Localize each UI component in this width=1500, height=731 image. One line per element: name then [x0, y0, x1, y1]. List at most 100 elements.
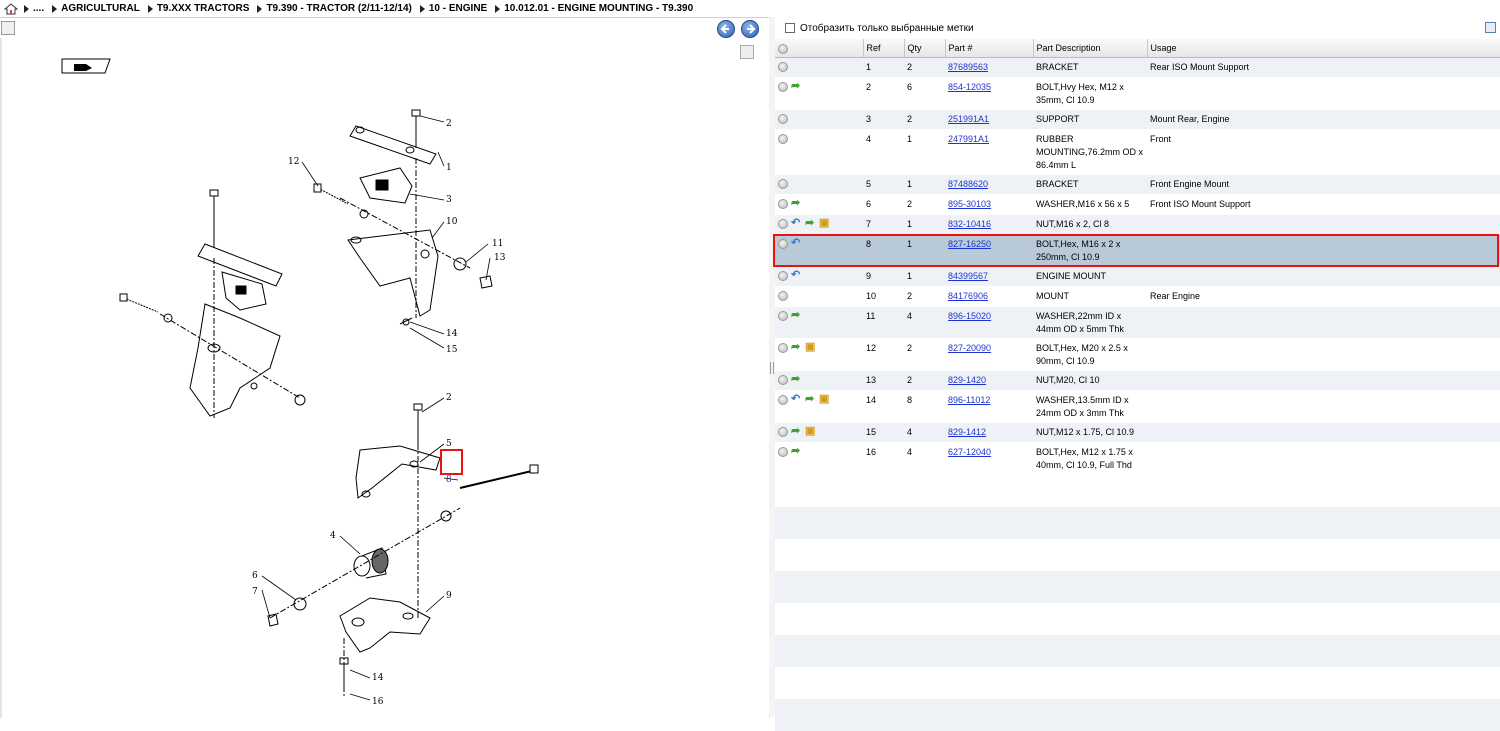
pan-tool-icon[interactable]: [61, 58, 111, 74]
part-number-link[interactable]: 251991A1: [948, 114, 989, 124]
callout-label[interactable]: 9: [446, 591, 452, 601]
callout-label[interactable]: 5: [446, 439, 452, 449]
table-row[interactable]: 1 2 87689563 BRACKET Rear ISO Mount Support: [775, 57, 1500, 78]
breadcrumb-item[interactable]: 10 - ENGINE: [419, 3, 487, 14]
callout-label[interactable]: 10: [446, 217, 458, 227]
table-row[interactable]: ➦ 2 6 854-12035 BOLT,Hvy Hex, M12 x 35mm, Cl…: [775, 77, 1500, 110]
table-row[interactable]: ➦ 13 2 829-1420 NUT,M20, Cl 10: [775, 370, 1500, 391]
part-number-link[interactable]: 247991A1: [948, 134, 989, 144]
table-row[interactable]: 5 1 87488620 BRACKET Front Engine Mount: [775, 174, 1500, 195]
part-number-link[interactable]: 896-15020: [948, 311, 991, 321]
part-number-link[interactable]: 87689563: [948, 62, 988, 72]
table-row[interactable]: ➦ ▣ 12 2 827-20090 BOLT,Hex, M20 x 2.5 x 90mm…: [775, 338, 1500, 371]
callout-label[interactable]: 2: [446, 393, 452, 403]
table-row[interactable]: ↶ ➦ ▣ 14 8 896-11012 WASHER,13.5mm ID x 24mm O…: [775, 390, 1500, 423]
add-to-cart-icon[interactable]: [778, 114, 788, 124]
add-to-cart-icon[interactable]: [778, 291, 788, 301]
header-expand[interactable]: [775, 39, 864, 58]
header-usage[interactable]: Usage: [1147, 39, 1500, 58]
table-row[interactable]: ↶ ➦ ▣ 7 1 832-10416 NUT,M16 x 2, Cl 8: [775, 214, 1500, 235]
home-icon[interactable]: [4, 2, 18, 15]
table-row[interactable]: 4 1 247991A1 RUBBER MOUNTING,76.2mm OD x 86…: [775, 129, 1500, 175]
replacement-arrow-icon[interactable]: ➦: [791, 81, 802, 92]
part-number-link[interactable]: 829-1420: [948, 375, 986, 385]
add-to-cart-icon[interactable]: [778, 375, 788, 385]
show-selected-only-checkbox[interactable]: [785, 23, 795, 33]
header-part-number[interactable]: Part #: [945, 39, 1034, 58]
add-to-cart-icon[interactable]: [778, 179, 788, 189]
table-row[interactable]: ↶ 9 1 84399567 ENGINE MOUNT: [775, 266, 1500, 287]
callout-label[interactable]: 12: [288, 157, 299, 167]
part-number-link[interactable]: 895-30103: [948, 199, 991, 209]
back-arrow-icon[interactable]: ↶: [791, 394, 802, 405]
callout-label[interactable]: 15: [446, 345, 458, 355]
add-to-cart-icon[interactable]: [778, 134, 788, 144]
table-row[interactable]: ➦ ▣ 15 4 829-1412 NUT,M12 x 1.75, Cl 10.9: [775, 422, 1500, 443]
add-to-cart-icon[interactable]: [778, 82, 788, 92]
add-to-cart-icon[interactable]: [778, 395, 788, 405]
breadcrumb-item[interactable]: AGRICULTURAL: [52, 3, 140, 14]
part-number-link[interactable]: 87488620: [948, 179, 988, 189]
package-icon[interactable]: ▣: [805, 342, 816, 353]
table-row[interactable]: 3 2 251991A1 SUPPORT Mount Rear, Engine: [775, 109, 1500, 130]
add-to-cart-icon[interactable]: [778, 219, 788, 229]
part-number-link[interactable]: 854-12035: [948, 82, 991, 92]
part-number-link[interactable]: 829-1412: [948, 427, 986, 437]
breadcrumb-item[interactable]: T9.390 - TRACTOR (2/11-12/14): [257, 3, 412, 14]
add-to-cart-icon[interactable]: [778, 311, 788, 321]
callout-label[interactable]: 2: [446, 119, 452, 129]
callout-label[interactable]: 16: [372, 697, 384, 707]
add-to-cart-icon[interactable]: [778, 427, 788, 437]
part-number-link[interactable]: 827-20090: [948, 343, 991, 353]
part-number-link[interactable]: 84399567: [948, 271, 988, 281]
expand-all-icon[interactable]: [778, 43, 788, 54]
table-row[interactable]: 10 2 84176906 MOUNT Rear Engine: [775, 286, 1500, 307]
callout-label[interactable]: 3: [446, 195, 452, 205]
replacement-arrow-icon[interactable]: ➦: [791, 198, 802, 209]
part-number-link[interactable]: 827-16250: [948, 239, 991, 249]
back-arrow-icon[interactable]: ↶: [791, 218, 802, 229]
replacement-arrow-icon[interactable]: ➦: [791, 374, 802, 385]
add-to-cart-icon[interactable]: [778, 239, 788, 249]
package-icon[interactable]: ▣: [805, 426, 816, 437]
back-arrow-icon[interactable]: ↶: [791, 270, 802, 281]
package-icon[interactable]: ▣: [819, 394, 830, 405]
add-to-cart-icon[interactable]: [778, 447, 788, 457]
callout-label[interactable]: 6: [252, 571, 258, 581]
header-part-description[interactable]: Part Description: [1033, 39, 1148, 58]
callout-label-selected[interactable]: 8: [446, 475, 452, 485]
part-number-link[interactable]: 832-10416: [948, 219, 991, 229]
callout-label[interactable]: 1: [446, 163, 452, 173]
replacement-arrow-icon[interactable]: ➦: [805, 394, 816, 405]
add-to-cart-icon[interactable]: [778, 199, 788, 209]
add-to-cart-icon[interactable]: [778, 271, 788, 281]
breadcrumb-item[interactable]: T9.XXX TRACTORS: [147, 3, 249, 14]
list-view-icon[interactable]: [1485, 22, 1496, 33]
part-number-link[interactable]: 84176906: [948, 291, 988, 301]
package-icon[interactable]: ▣: [819, 218, 830, 229]
replacement-arrow-icon[interactable]: ➦: [791, 426, 802, 437]
part-number-link[interactable]: 627-12040: [948, 447, 991, 457]
breadcrumb-ellipsis[interactable]: ....: [24, 3, 44, 14]
table-row[interactable]: ↶ 8 1 827-16250 BOLT,Hex, M16 x 2 x 250mm, C…: [775, 234, 1500, 267]
add-to-cart-icon[interactable]: [778, 62, 788, 72]
replacement-arrow-icon[interactable]: ➦: [791, 310, 802, 321]
table-row[interactable]: ➦ 6 2 895-30103 WASHER,M16 x 56 x 5 Front ISO…: [775, 194, 1500, 215]
callout-label[interactable]: 14: [446, 329, 458, 339]
callout-label[interactable]: 4: [330, 531, 336, 541]
back-arrow-icon[interactable]: ↶: [791, 238, 802, 249]
header-qty[interactable]: Qty: [904, 39, 946, 58]
table-row[interactable]: ➦ 16 4 627-12040 BOLT,Hex, M12 x 1.75 x 40mm…: [775, 442, 1500, 475]
replacement-arrow-icon[interactable]: ➦: [791, 446, 802, 457]
part-number-link[interactable]: 896-11012: [948, 395, 990, 405]
add-to-cart-icon[interactable]: [778, 343, 788, 353]
table-row[interactable]: ➦ 11 4 896-15020 WASHER,22mm ID x 44mm OD x …: [775, 306, 1500, 339]
breadcrumb-item[interactable]: 10.012.01 - ENGINE MOUNTING - T9.390: [495, 3, 693, 14]
callout-label[interactable]: 14: [372, 673, 384, 683]
callout-label[interactable]: 13: [494, 253, 506, 263]
header-ref[interactable]: Ref: [863, 39, 905, 58]
callout-label[interactable]: 7: [252, 587, 258, 597]
replacement-arrow-icon[interactable]: ➦: [791, 342, 802, 353]
callout-label[interactable]: 11: [492, 239, 503, 249]
replacement-arrow-icon[interactable]: ➦: [805, 218, 816, 229]
